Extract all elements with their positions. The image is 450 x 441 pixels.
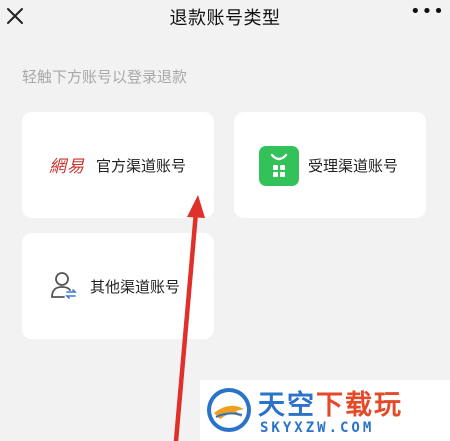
account-card-label: 受理渠道账号 [308, 157, 399, 175]
watermark-title: 天空下载玩 [258, 383, 403, 422]
person-exchange-icon [50, 270, 78, 300]
account-card-label: 其他渠道账号 [90, 278, 181, 296]
watermark-domain: SKYXZW.COM [260, 420, 375, 436]
more-button[interactable]: ••• [410, 3, 444, 26]
watermark-logo-icon [206, 387, 252, 433]
account-card-agent[interactable]: 受理渠道账号 [234, 112, 426, 218]
header-bar: 退款账号类型 ••• [0, 0, 450, 38]
refund-account-type-page: 退款账号类型 ••• 轻触下方账号以登录退款 網易 官方渠道账号 受理渠道账号 [0, 0, 450, 441]
account-card-label: 官方渠道账号 [96, 157, 187, 175]
watermark: 天空下载玩 SKYXZW.COM [200, 380, 450, 441]
watermark-title-accent: 下载玩 [316, 390, 403, 421]
netease-logo: 網易 [49, 157, 85, 177]
account-card-other[interactable]: 其他渠道账号 [22, 233, 214, 339]
green-app-icon [259, 146, 299, 186]
instruction-text: 轻触下方账号以登录退款 [22, 68, 188, 86]
account-card-official[interactable]: 網易 官方渠道账号 [22, 112, 214, 218]
page-title: 退款账号类型 [169, 8, 281, 29]
watermark-title-main: 天空 [258, 390, 316, 421]
